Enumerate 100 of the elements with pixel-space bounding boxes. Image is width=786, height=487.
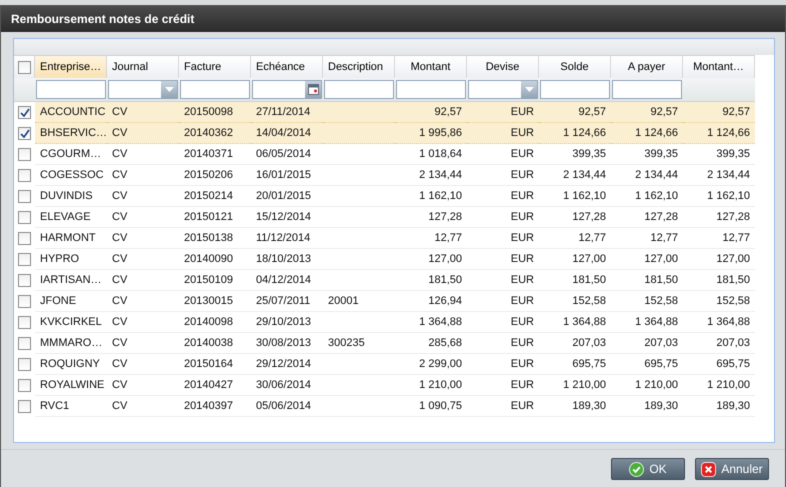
table-cell: CV bbox=[107, 144, 179, 165]
table-cell: 20140371 bbox=[179, 144, 251, 165]
table-cell: 04/12/2014 bbox=[251, 270, 323, 291]
table-cell: 127,00 bbox=[611, 249, 683, 270]
table-cell: 20150206 bbox=[179, 165, 251, 186]
table-cell: 207,03 bbox=[539, 333, 611, 354]
table-cell: 05/06/2014 bbox=[251, 396, 323, 417]
table-cell: 1 018,64 bbox=[395, 144, 467, 165]
row-checkbox[interactable] bbox=[18, 210, 31, 224]
ok-button[interactable]: OK bbox=[611, 458, 685, 480]
filter-field[interactable] bbox=[612, 80, 682, 99]
table-cell: CV bbox=[107, 312, 179, 333]
row-checkbox[interactable] bbox=[18, 400, 31, 412]
table-cell: 12,77 bbox=[539, 228, 611, 249]
table-cell: 399,35 bbox=[683, 144, 755, 165]
table-cell: 20150109 bbox=[179, 270, 251, 291]
table-cell: 1 364,88 bbox=[539, 312, 611, 333]
table-cell: 207,03 bbox=[683, 333, 755, 354]
close-icon bbox=[701, 462, 716, 476]
column-header[interactable]: Journal bbox=[107, 56, 179, 78]
table-cell: CV bbox=[107, 165, 179, 186]
table-cell: 1 210,00 bbox=[395, 375, 467, 396]
row-checkbox[interactable] bbox=[18, 126, 31, 140]
table-cell: IARTISAN… bbox=[35, 270, 107, 291]
cancel-button[interactable]: Annuler bbox=[695, 458, 769, 480]
column-header[interactable]: Devise bbox=[467, 56, 539, 78]
table-cell: 695,75 bbox=[539, 354, 611, 375]
table-cell: 2 134,44 bbox=[395, 165, 467, 186]
table-cell: 1 124,66 bbox=[539, 123, 611, 144]
column-header[interactable]: A payer bbox=[611, 56, 683, 78]
table-cell: 2 134,44 bbox=[611, 165, 683, 186]
table-cell: ELEVAGE bbox=[35, 207, 107, 228]
row-checkbox[interactable] bbox=[18, 168, 31, 182]
table-cell: EUR bbox=[467, 228, 539, 249]
row-checkbox[interactable] bbox=[18, 316, 31, 328]
table-cell: CV bbox=[107, 186, 179, 207]
table-cell: 12,77 bbox=[683, 228, 755, 249]
table-cell: EUR bbox=[467, 207, 539, 228]
row-checkbox[interactable] bbox=[18, 358, 31, 370]
row-checkbox[interactable] bbox=[18, 378, 31, 392]
table-cell: 20140098 bbox=[179, 312, 251, 333]
filter-field[interactable] bbox=[540, 80, 610, 99]
column-header[interactable]: Facture bbox=[179, 56, 251, 78]
row-checkbox[interactable] bbox=[18, 294, 31, 308]
select-all-checkbox[interactable] bbox=[18, 60, 30, 74]
row-checkbox[interactable] bbox=[18, 274, 31, 286]
row-checkbox[interactable] bbox=[18, 106, 31, 118]
table-cell: 1 162,10 bbox=[539, 186, 611, 207]
table-cell: 12,77 bbox=[611, 228, 683, 249]
table-cell: EUR bbox=[467, 312, 539, 333]
table-cell: 1 210,00 bbox=[611, 375, 683, 396]
filter-field[interactable] bbox=[324, 80, 394, 99]
table-cell: 20150214 bbox=[179, 186, 251, 207]
table-cell: 127,28 bbox=[611, 207, 683, 228]
column-header[interactable]: Entreprise… bbox=[35, 56, 107, 78]
column-header[interactable]: Echéance bbox=[251, 56, 323, 78]
window-title: Remboursement notes de crédit bbox=[1, 6, 785, 32]
row-checkbox[interactable] bbox=[18, 336, 31, 350]
table-cell: ROYALWINE bbox=[35, 375, 107, 396]
table-cell: 92,57 bbox=[683, 102, 755, 123]
date-filter-field[interactable] bbox=[252, 80, 322, 99]
table-cell: RVC1 bbox=[35, 396, 107, 417]
table-cell: 20/01/2015 bbox=[251, 186, 323, 207]
table-cell: 399,35 bbox=[611, 144, 683, 165]
table-cell: 1 364,88 bbox=[683, 312, 755, 333]
table-cell: EUR bbox=[467, 354, 539, 375]
table-cell: 1 364,88 bbox=[611, 312, 683, 333]
column-header[interactable]: Solde bbox=[539, 56, 611, 78]
table-cell: 29/10/2013 bbox=[251, 312, 323, 333]
column-header[interactable]: Description bbox=[323, 56, 395, 78]
row-checkbox[interactable] bbox=[18, 252, 31, 266]
row-checkbox[interactable] bbox=[18, 190, 31, 202]
table-cell: 16/01/2015 bbox=[251, 165, 323, 186]
filter-dropdown[interactable] bbox=[468, 80, 538, 99]
column-header[interactable]: Montant… bbox=[683, 56, 755, 78]
table-cell: HYPRO bbox=[35, 249, 107, 270]
table-cell: 12,77 bbox=[395, 228, 467, 249]
table-cell: 20140397 bbox=[179, 396, 251, 417]
row-checkbox[interactable] bbox=[18, 148, 31, 160]
table-cell: ACCOUNTIC bbox=[35, 102, 107, 123]
table-cell: 27/11/2014 bbox=[251, 102, 323, 123]
table-cell: 285,68 bbox=[395, 333, 467, 354]
table-cell: 1 364,88 bbox=[395, 312, 467, 333]
table-cell: 14/04/2014 bbox=[251, 123, 323, 144]
table-cell: 20001 bbox=[323, 291, 395, 312]
table-cell: 399,35 bbox=[539, 144, 611, 165]
column-header[interactable]: Montant bbox=[395, 56, 467, 78]
table-cell: 11/12/2014 bbox=[251, 228, 323, 249]
table-cell: 20150164 bbox=[179, 354, 251, 375]
table-cell: 127,28 bbox=[395, 207, 467, 228]
table-cell: EUR bbox=[467, 333, 539, 354]
table-cell: 189,30 bbox=[683, 396, 755, 417]
row-checkbox[interactable] bbox=[18, 232, 31, 244]
table-cell: DUVINDIS bbox=[35, 186, 107, 207]
table-cell: 18/10/2013 bbox=[251, 249, 323, 270]
filter-field[interactable] bbox=[180, 80, 250, 99]
table-cell: 92,57 bbox=[395, 102, 467, 123]
filter-dropdown[interactable] bbox=[108, 80, 178, 99]
filter-field[interactable] bbox=[36, 80, 106, 99]
filter-field[interactable] bbox=[396, 80, 466, 99]
